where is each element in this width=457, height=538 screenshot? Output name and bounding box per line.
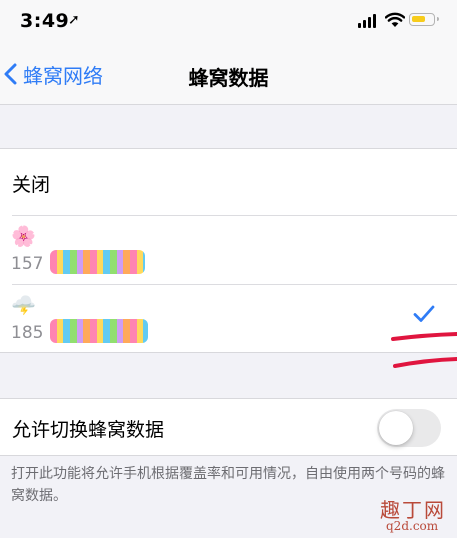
redacted-number-stickers: [50, 250, 145, 274]
toggle-knob: [379, 411, 413, 445]
allow-switching-row: 允许切换蜂窝数据: [0, 398, 457, 456]
sim-number: 185: [11, 323, 44, 343]
page-title: 蜂窝数据: [188, 66, 269, 90]
sim-emoji-label: 🌩️: [11, 293, 36, 317]
option-off-label: 关闭: [12, 174, 51, 196]
wifi-icon: [385, 12, 405, 27]
sim-emoji-label: 🌸: [11, 224, 36, 248]
sim-option-157[interactable]: 🌸 157: [0, 216, 457, 284]
sim-number: 157: [11, 254, 44, 274]
location-arrow-icon: ➚: [68, 12, 80, 28]
allow-switching-toggle[interactable]: [377, 409, 441, 447]
watermark-url: q2d.com: [386, 519, 439, 533]
cellular-data-options: 关闭 🌸 157 🌩️ 185: [0, 148, 457, 353]
annotation-marks: [391, 332, 457, 368]
status-bar: 3:49 ➚: [0, 0, 457, 44]
status-time: 3:49: [20, 10, 70, 32]
option-off[interactable]: 关闭: [0, 149, 457, 215]
checkmark-icon: [413, 305, 435, 322]
navigation-bar: 蜂窝网络 蜂窝数据: [0, 44, 457, 105]
allow-switching-label: 允许切换蜂窝数据: [12, 419, 165, 441]
watermark-logo: 趣丁网 q2d.com: [366, 494, 456, 536]
signal-icon: [358, 14, 378, 28]
battery-icon: [409, 13, 439, 26]
redacted-number-stickers: [50, 319, 148, 343]
